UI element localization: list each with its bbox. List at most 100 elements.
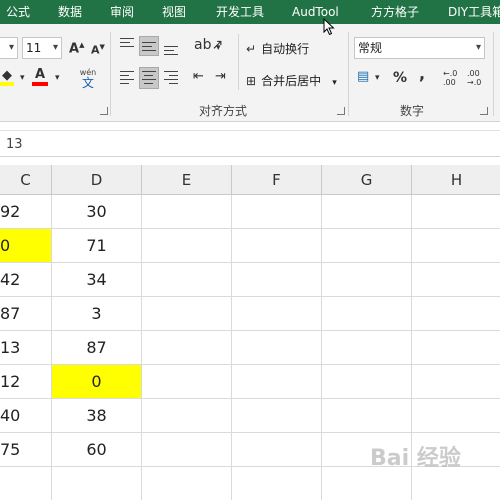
increase-decimal-button[interactable]: ←.0 .00: [443, 69, 457, 87]
chevron-down-icon[interactable]: ▾: [216, 44, 221, 53]
chevron-down-icon: ▾: [8, 42, 14, 53]
ribbon-tab-bar: 公式 数据 审阅 视图 开发工具 AudTool 方方格子 DIY工具箱: [0, 0, 500, 24]
align-top-icon[interactable]: [120, 38, 134, 50]
cell-f-row-5[interactable]: [232, 331, 322, 365]
column-header-d[interactable]: D: [52, 165, 142, 195]
shrink-font-icon[interactable]: A▼: [91, 44, 105, 56]
cell-f-row-7[interactable]: [232, 399, 322, 433]
cell-e-row-8[interactable]: [142, 433, 232, 467]
increase-indent-icon[interactable]: ⇥: [215, 70, 226, 83]
cell-f-row-2[interactable]: [232, 229, 322, 263]
cell-e-row-1[interactable]: [142, 195, 232, 229]
decrease-decimal-button[interactable]: .00 →.0: [467, 69, 481, 87]
cell-c-row-8[interactable]: 75: [0, 433, 52, 467]
alignment-dialog-launcher[interactable]: [337, 107, 345, 115]
cell-f-row-3[interactable]: [232, 263, 322, 297]
cell-g-row-7[interactable]: [322, 399, 412, 433]
cell-d-row-6[interactable]: 0: [52, 365, 142, 399]
tab-data[interactable]: 数据: [58, 0, 82, 24]
percent-style-button[interactable]: %: [393, 71, 407, 85]
cell-g-row-1[interactable]: [322, 195, 412, 229]
cell-f-row-6[interactable]: [232, 365, 322, 399]
chevron-down-icon[interactable]: ▾: [375, 74, 380, 83]
cell-d-row-7[interactable]: 38: [52, 399, 142, 433]
cell-h-row-2[interactable]: [412, 229, 500, 263]
column-header-e[interactable]: E: [142, 165, 232, 195]
cell-e-row-2[interactable]: [142, 229, 232, 263]
column-header-c[interactable]: C: [0, 165, 52, 195]
accounting-format-icon[interactable]: ▤: [357, 70, 369, 83]
fill-color-button[interactable]: ◆: [0, 68, 16, 86]
cell-g-row-2[interactable]: [322, 229, 412, 263]
tab-developer[interactable]: 开发工具: [216, 0, 264, 24]
cell-c-row-5[interactable]: 13: [0, 331, 52, 365]
cell-f-row-1[interactable]: [232, 195, 322, 229]
cell-h-row-1[interactable]: [412, 195, 500, 229]
chevron-down-icon[interactable]: ▾: [55, 74, 60, 83]
cell-c-row-6[interactable]: 12: [0, 365, 52, 399]
cell-f-row-9[interactable]: [232, 467, 322, 500]
cell-h-row-4[interactable]: [412, 297, 500, 331]
cell-f-row-4[interactable]: [232, 297, 322, 331]
cell-e-row-3[interactable]: [142, 263, 232, 297]
cell-g-row-6[interactable]: [322, 365, 412, 399]
chevron-down-icon: ▾: [52, 42, 58, 53]
cell-d-row-8[interactable]: 60: [52, 433, 142, 467]
cell-g-row-5[interactable]: [322, 331, 412, 365]
cell-c-row-7[interactable]: 40: [0, 399, 52, 433]
column-header-h[interactable]: H: [412, 165, 500, 195]
cell-g-row-4[interactable]: [322, 297, 412, 331]
cell-d-row-2[interactable]: 71: [52, 229, 142, 263]
font-color-button[interactable]: A: [32, 68, 50, 86]
cell-c-row-9[interactable]: [0, 467, 52, 500]
font-name-combo[interactable]: ▾: [0, 37, 18, 59]
number-format-combo[interactable]: 常规 ▾: [354, 37, 485, 59]
align-center-icon: [142, 71, 156, 87]
merge-center-label: 合并后居中: [261, 74, 322, 88]
cell-d-row-4[interactable]: 3: [52, 297, 142, 331]
tab-review[interactable]: 审阅: [110, 0, 134, 24]
number-dialog-launcher[interactable]: [480, 107, 488, 115]
formula-bar[interactable]: 13: [0, 130, 500, 157]
font-size-combo[interactable]: 11 ▾: [22, 37, 62, 59]
chevron-down-icon[interactable]: ▾: [332, 78, 337, 88]
grow-font-icon[interactable]: A▲: [69, 42, 84, 56]
align-right-icon[interactable]: [164, 71, 178, 87]
cell-d-row-5[interactable]: 87: [52, 331, 142, 365]
cell-e-row-4[interactable]: [142, 297, 232, 331]
baidu-watermark: Bai 经验: [370, 446, 461, 471]
cell-h-row-5[interactable]: [412, 331, 500, 365]
align-bottom-icon[interactable]: [164, 46, 178, 58]
tab-formulas[interactable]: 公式: [6, 0, 30, 24]
cell-c-row-4[interactable]: 87: [0, 297, 52, 331]
comma-style-button[interactable]: ,: [419, 66, 425, 82]
decrease-indent-icon[interactable]: ⇤: [193, 70, 204, 83]
cell-e-row-9[interactable]: [142, 467, 232, 500]
tab-view[interactable]: 视图: [162, 0, 186, 24]
cell-c-row-2[interactable]: 0: [0, 229, 52, 263]
phonetic-button[interactable]: wén 文: [76, 68, 100, 90]
cell-c-row-1[interactable]: 92: [0, 195, 52, 229]
cell-h-row-3[interactable]: [412, 263, 500, 297]
cell-f-row-8[interactable]: [232, 433, 322, 467]
cell-e-row-6[interactable]: [142, 365, 232, 399]
cell-h-row-7[interactable]: [412, 399, 500, 433]
chevron-down-icon[interactable]: ▾: [20, 74, 25, 83]
merge-center-button[interactable]: ⊞ 合并后居中 ▾: [246, 70, 337, 88]
cell-d-row-3[interactable]: 34: [52, 263, 142, 297]
cell-d-row-1[interactable]: 30: [52, 195, 142, 229]
group-separator: [110, 32, 111, 116]
cell-e-row-7[interactable]: [142, 399, 232, 433]
column-header-f[interactable]: F: [232, 165, 322, 195]
align-left-icon[interactable]: [120, 71, 134, 87]
tab-fangfang[interactable]: 方方格子: [371, 0, 419, 24]
cell-c-row-3[interactable]: 42: [0, 263, 52, 297]
font-dialog-launcher[interactable]: [100, 107, 108, 115]
cell-e-row-5[interactable]: [142, 331, 232, 365]
column-header-g[interactable]: G: [322, 165, 412, 195]
cell-h-row-6[interactable]: [412, 365, 500, 399]
tab-diy-toolbox[interactable]: DIY工具箱: [448, 0, 500, 24]
wrap-text-button[interactable]: ↵ 自动换行: [246, 38, 309, 56]
cell-g-row-3[interactable]: [322, 263, 412, 297]
cell-d-row-9[interactable]: [52, 467, 142, 500]
